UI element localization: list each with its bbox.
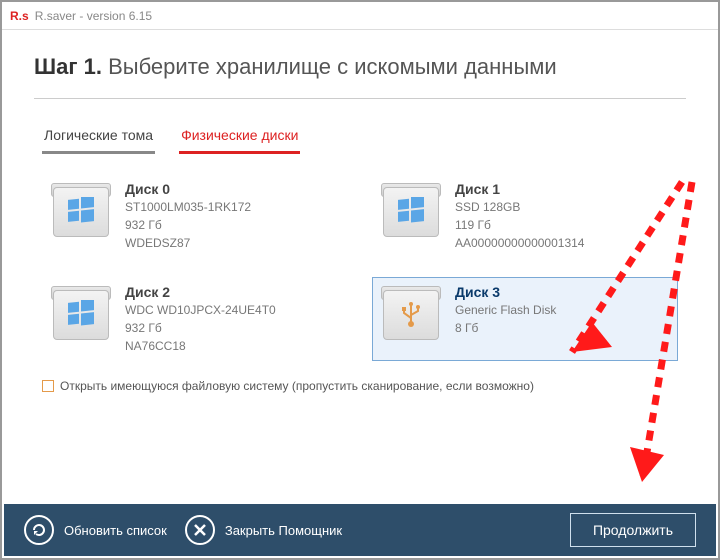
disk-size: 932 Гб bbox=[125, 217, 251, 233]
refresh-icon bbox=[24, 515, 54, 545]
disk-name: Диск 3 bbox=[455, 284, 556, 300]
tab-bar: Логические тома Физические диски bbox=[42, 121, 678, 154]
drive-icon bbox=[49, 284, 113, 340]
drive-icon bbox=[379, 181, 443, 237]
drive-icon bbox=[379, 284, 443, 340]
disk-name: Диск 1 bbox=[455, 181, 584, 197]
windows-icon bbox=[66, 196, 96, 226]
disk-list: Диск 0 ST1000LM035-1RK172 932 Гб WDEDSZ8… bbox=[2, 154, 718, 369]
app-logo: R.s bbox=[10, 9, 29, 23]
disk-model: ST1000LM035-1RK172 bbox=[125, 199, 251, 215]
step-number: Шаг 1. bbox=[34, 54, 102, 79]
continue-button[interactable]: Продолжить bbox=[570, 513, 696, 547]
disk-name: Диск 2 bbox=[125, 284, 276, 300]
windows-icon bbox=[66, 299, 96, 329]
disk-item-2[interactable]: Диск 2 WDC WD10JPCX-24UE4T0 932 Гб NA76C… bbox=[42, 277, 348, 362]
wizard-header: Шаг 1. Выберите хранилище с искомыми дан… bbox=[2, 30, 718, 98]
windows-icon bbox=[396, 196, 426, 226]
disk-size: 932 Гб bbox=[125, 320, 276, 336]
app-window: R.s R.saver - version 6.15 Шаг 1. Выбери… bbox=[0, 0, 720, 560]
usb-icon bbox=[396, 299, 426, 329]
disk-info: Диск 2 WDC WD10JPCX-24UE4T0 932 Гб NA76C… bbox=[125, 284, 276, 355]
disk-serial: AA00000000000001314 bbox=[455, 235, 584, 251]
drive-icon bbox=[49, 181, 113, 237]
skip-scan-label: Открыть имеющуюся файловую систему (проп… bbox=[60, 379, 534, 393]
close-icon bbox=[185, 515, 215, 545]
disk-info: Диск 0 ST1000LM035-1RK172 932 Гб WDEDSZ8… bbox=[125, 181, 251, 252]
skip-scan-row: Открыть имеющуюся файловую систему (проп… bbox=[2, 369, 718, 407]
footer-bar: Обновить список Закрыть Помощник Продолж… bbox=[4, 504, 716, 556]
disk-info: Диск 3 Generic Flash Disk 8 Гб bbox=[455, 284, 556, 336]
disk-name: Диск 0 bbox=[125, 181, 251, 197]
disk-serial: WDEDSZ87 bbox=[125, 235, 251, 251]
refresh-button[interactable]: Обновить список bbox=[24, 515, 167, 545]
disk-item-1[interactable]: Диск 1 SSD 128GB 119 Гб AA00000000000001… bbox=[372, 174, 678, 259]
tab-logical-volumes[interactable]: Логические тома bbox=[42, 121, 155, 154]
disk-size: 119 Гб bbox=[455, 217, 584, 233]
disk-item-3[interactable]: Диск 3 Generic Flash Disk 8 Гб bbox=[372, 277, 678, 362]
disk-size: 8 Гб bbox=[455, 320, 556, 336]
disk-model: SSD 128GB bbox=[455, 199, 584, 215]
disk-info: Диск 1 SSD 128GB 119 Гб AA00000000000001… bbox=[455, 181, 584, 252]
tab-physical-disks[interactable]: Физические диски bbox=[179, 121, 300, 154]
titlebar: R.s R.saver - version 6.15 bbox=[2, 2, 718, 30]
disk-model: WDC WD10JPCX-24UE4T0 bbox=[125, 302, 276, 318]
step-title: Шаг 1. Выберите хранилище с искомыми дан… bbox=[34, 54, 686, 80]
window-title: R.saver - version 6.15 bbox=[35, 9, 152, 23]
refresh-label: Обновить список bbox=[64, 523, 167, 538]
disk-serial: NA76CC18 bbox=[125, 338, 276, 354]
close-label: Закрыть Помощник bbox=[225, 523, 342, 538]
divider bbox=[34, 98, 686, 99]
disk-model: Generic Flash Disk bbox=[455, 302, 556, 318]
disk-item-0[interactable]: Диск 0 ST1000LM035-1RK172 932 Гб WDEDSZ8… bbox=[42, 174, 348, 259]
step-description: Выберите хранилище с искомыми данными bbox=[108, 54, 557, 79]
close-button[interactable]: Закрыть Помощник bbox=[185, 515, 342, 545]
skip-scan-checkbox[interactable] bbox=[42, 380, 54, 392]
